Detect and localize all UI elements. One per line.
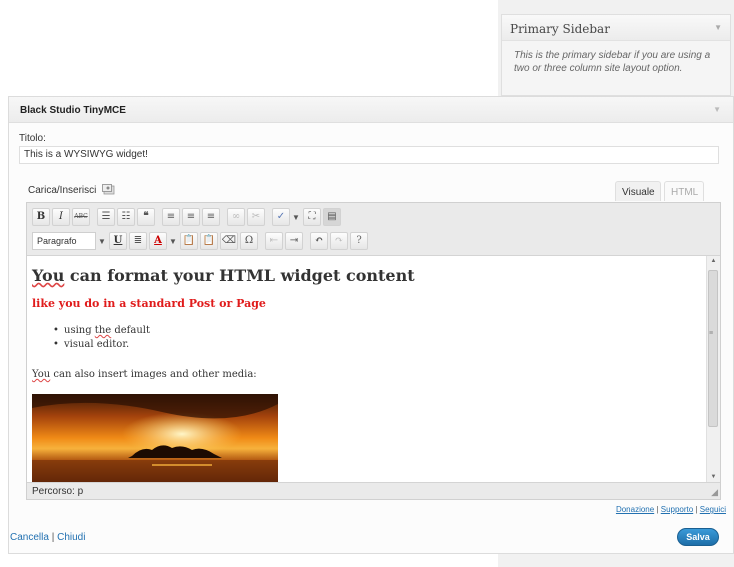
- scroll-up-arrow-icon[interactable]: ▲: [707, 258, 720, 264]
- widget-toggle-arrow-icon[interactable]: ▼: [713, 105, 721, 114]
- save-button[interactable]: Salva: [677, 528, 719, 546]
- italic-button[interactable]: I: [52, 208, 70, 226]
- format-select[interactable]: Paragrafo: [32, 232, 96, 250]
- strikethrough-button[interactable]: ABC: [72, 208, 90, 226]
- spellcheck-icon[interactable]: ✓: [272, 208, 290, 226]
- indent-icon[interactable]: ⇥: [285, 232, 303, 250]
- content-list: using the default visual editor.: [53, 324, 150, 352]
- toolbar-row-1: B I ABC ☰ ☷ ❝ ≡ ≡ ≡ ∞ ✂ ✓ ▼ ⛶ ▤: [32, 207, 343, 227]
- special-char-button[interactable]: Ω: [240, 232, 258, 250]
- numbered-list-icon[interactable]: ☷: [117, 208, 135, 226]
- bold-button[interactable]: B: [32, 208, 50, 226]
- primary-sidebar-panel: Primary Sidebar ▼ This is the primary si…: [501, 14, 731, 96]
- editor: B I ABC ☰ ☷ ❝ ≡ ≡ ≡ ∞ ✂ ✓ ▼ ⛶ ▤ Paragraf…: [26, 202, 721, 500]
- follow-link[interactable]: Seguici: [700, 505, 726, 514]
- fullscreen-icon[interactable]: ⛶: [303, 208, 321, 226]
- editor-scrollbar[interactable]: ▲ ≡ ▼: [706, 256, 720, 482]
- unlink-icon[interactable]: ✂: [247, 208, 265, 226]
- upload-insert-label[interactable]: Carica/Inserisci: [28, 185, 96, 196]
- paste-word-icon[interactable]: 📋: [200, 232, 218, 250]
- content-paragraph: You can also insert images and other med…: [32, 369, 257, 380]
- text-color-button[interactable]: A: [149, 232, 167, 250]
- collapse-arrow-icon[interactable]: ▼: [714, 23, 722, 32]
- donate-link[interactable]: Donazione: [616, 505, 654, 514]
- paste-text-icon[interactable]: 📋: [180, 232, 198, 250]
- bullet-list-icon[interactable]: ☰: [97, 208, 115, 226]
- path-value[interactable]: p: [78, 486, 84, 497]
- content-heading: You can format your HTML widget content: [32, 266, 415, 285]
- close-link[interactable]: Chiudi: [57, 532, 85, 543]
- scroll-grip-icon: ≡: [709, 330, 714, 337]
- scroll-down-arrow-icon[interactable]: ▼: [707, 474, 720, 480]
- toolbar-row-2: Paragrafo ▼ U ≣ A ▼ 📋 📋 ⌫ Ω ⇤ ⇥ ↶ ↷ ?: [32, 231, 370, 251]
- widget-title[interactable]: Black Studio TinyMCE: [9, 97, 733, 123]
- undo-icon[interactable]: ↶: [310, 232, 328, 250]
- media-icon[interactable]: [102, 184, 115, 195]
- support-link[interactable]: Supporto: [661, 505, 693, 514]
- title-input[interactable]: This is a WYSIWYG widget!: [19, 146, 719, 164]
- tab-html[interactable]: HTML: [664, 181, 704, 201]
- link-icon[interactable]: ∞: [227, 208, 245, 226]
- title-label: Titolo:: [19, 133, 46, 144]
- spellcheck-dropdown-icon[interactable]: ▼: [292, 213, 300, 222]
- blockquote-icon[interactable]: ❝: [137, 208, 155, 226]
- cancel-close-links: Cancella | Chiudi: [10, 532, 86, 543]
- primary-sidebar-title[interactable]: Primary Sidebar: [502, 15, 730, 41]
- scrollbar-thumb[interactable]: [708, 270, 718, 427]
- path-label: Percorso:: [32, 486, 75, 497]
- footer-links: Donazione | Supporto | Seguici: [615, 505, 726, 514]
- editor-statusbar: Percorso: p ◢: [27, 482, 720, 499]
- outdent-icon[interactable]: ⇤: [265, 232, 283, 250]
- align-center-icon[interactable]: ≡: [182, 208, 200, 226]
- help-icon[interactable]: ?: [350, 232, 368, 250]
- cancel-link[interactable]: Cancella: [10, 532, 49, 543]
- text-color-dropdown-icon[interactable]: ▼: [169, 237, 177, 246]
- editor-toolbar: B I ABC ☰ ☷ ❝ ≡ ≡ ≡ ∞ ✂ ✓ ▼ ⛶ ▤ Paragraf…: [27, 203, 720, 256]
- upload-insert-link[interactable]: Carica/Inserisci: [28, 184, 115, 196]
- primary-sidebar-description: This is the primary sidebar if you are u…: [514, 50, 711, 74]
- eraser-icon[interactable]: ⌫: [220, 232, 238, 250]
- sunset-image[interactable]: [32, 394, 278, 482]
- format-dropdown-icon[interactable]: ▼: [98, 237, 106, 246]
- align-right-icon[interactable]: ≡: [202, 208, 220, 226]
- list-item: using the default: [53, 324, 150, 338]
- align-left-icon[interactable]: ≡: [162, 208, 180, 226]
- kitchen-sink-icon[interactable]: ▤: [323, 208, 341, 226]
- list-item: visual editor.: [53, 338, 150, 352]
- content-subheading: like you do in a standard Post or Page: [32, 297, 266, 310]
- underline-button[interactable]: U: [109, 232, 127, 250]
- editor-content[interactable]: You can format your HTML widget content …: [27, 256, 704, 482]
- justify-icon[interactable]: ≣: [129, 232, 147, 250]
- redo-icon[interactable]: ↷: [330, 232, 348, 250]
- tab-visual[interactable]: Visuale: [615, 181, 661, 201]
- resize-handle-icon[interactable]: ◢: [711, 487, 718, 498]
